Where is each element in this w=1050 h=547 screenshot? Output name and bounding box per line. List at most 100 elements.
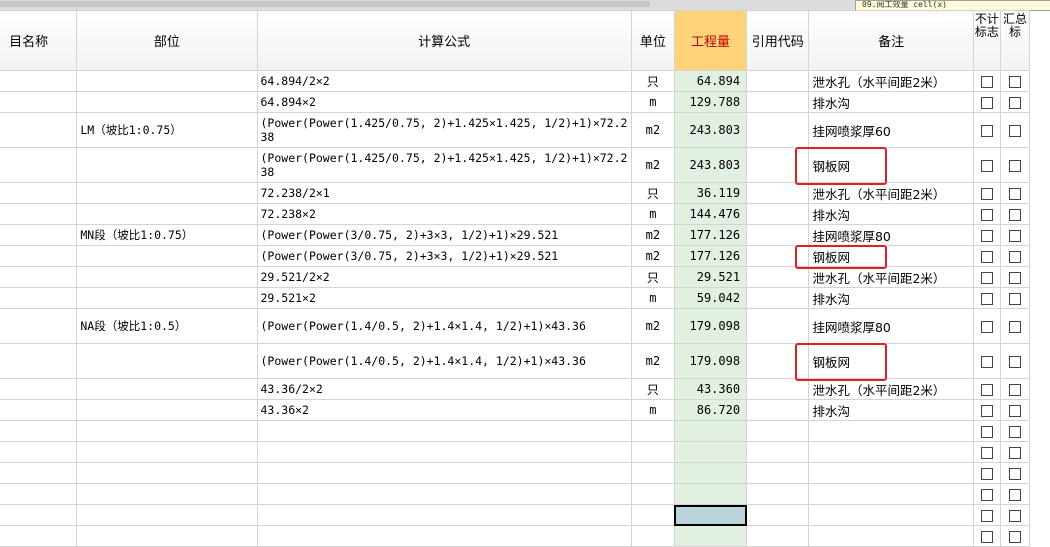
formula-cell[interactable]: (Power(Power(3/0.75, 2)+3×3, 1/2)+1)×29.…: [256, 224, 632, 246]
table-row[interactable]: [0, 525, 1031, 547]
table-row[interactable]: 72.238×2 m 144.476 排水沟: [0, 203, 1031, 225]
summary-checkbox[interactable]: [1008, 320, 1021, 333]
unit-cell[interactable]: m: [630, 91, 675, 113]
summary-checkbox[interactable]: [1008, 425, 1021, 438]
formula-cell[interactable]: 29.521×2: [256, 287, 632, 309]
quantity-cell[interactable]: [673, 483, 748, 505]
unit-cell[interactable]: [630, 483, 675, 505]
unit-cell[interactable]: 只: [630, 182, 675, 204]
part-cell[interactable]: [76, 504, 258, 526]
part-cell[interactable]: [76, 462, 258, 484]
summary-checkbox[interactable]: [1008, 159, 1021, 172]
noncount-checkbox[interactable]: [980, 509, 993, 522]
part-cell[interactable]: [76, 483, 258, 505]
formula-cell[interactable]: (Power(Power(3/0.75, 2)+3×3, 1/2)+1)×29.…: [256, 245, 632, 267]
table-row[interactable]: [0, 504, 1031, 526]
formula-cell[interactable]: 43.36/2×2: [256, 378, 632, 400]
ref-code-cell[interactable]: [746, 525, 810, 547]
noncount-checkbox[interactable]: [980, 488, 993, 501]
ref-code-cell[interactable]: [746, 287, 810, 309]
ref-code-cell[interactable]: [746, 182, 810, 204]
col-header-formula[interactable]: 计算公式: [256, 10, 632, 71]
ref-code-cell[interactable]: [746, 266, 810, 288]
part-cell[interactable]: [76, 147, 258, 183]
noncount-checkbox[interactable]: [980, 530, 993, 543]
quantity-cell[interactable]: 86.720: [673, 399, 748, 421]
noncount-checkbox[interactable]: [980, 250, 993, 263]
remark-cell[interactable]: 钢板网: [808, 343, 974, 379]
ref-code-cell[interactable]: [746, 147, 810, 183]
col-header-name[interactable]: 目名称: [0, 10, 78, 71]
part-cell[interactable]: [76, 525, 258, 547]
quantity-cell[interactable]: 29.521: [673, 266, 748, 288]
table-row[interactable]: 29.521×2 m 59.042 排水沟: [0, 287, 1031, 309]
name-cell[interactable]: [0, 245, 78, 267]
col-header-remark[interactable]: 备注: [808, 10, 974, 71]
summary-checkbox[interactable]: [1008, 96, 1021, 109]
part-cell[interactable]: [76, 203, 258, 225]
part-cell[interactable]: [76, 182, 258, 204]
ref-code-cell[interactable]: [746, 224, 810, 246]
name-cell[interactable]: [0, 378, 78, 400]
formula-cell[interactable]: [256, 441, 632, 463]
unit-cell[interactable]: [630, 525, 675, 547]
name-cell[interactable]: [0, 483, 78, 505]
unit-cell[interactable]: m: [630, 203, 675, 225]
noncount-checkbox[interactable]: [980, 271, 993, 284]
unit-cell[interactable]: m2: [630, 343, 675, 379]
name-cell[interactable]: [0, 147, 78, 183]
remark-cell[interactable]: [808, 504, 974, 526]
name-cell[interactable]: [0, 91, 78, 113]
remark-cell[interactable]: 钢板网: [808, 245, 974, 267]
ref-code-cell[interactable]: [746, 91, 810, 113]
summary-checkbox[interactable]: [1008, 187, 1021, 200]
quantity-cell[interactable]: [673, 504, 748, 526]
summary-checkbox[interactable]: [1008, 404, 1021, 417]
noncount-checkbox[interactable]: [980, 446, 993, 459]
remark-cell[interactable]: 排水沟: [808, 287, 974, 309]
col-header-quantity[interactable]: 工程量: [673, 10, 748, 71]
part-cell[interactable]: [76, 343, 258, 379]
part-cell[interactable]: LM（坡比1:0.75）: [76, 112, 258, 148]
quantity-cell[interactable]: 179.098: [673, 343, 748, 379]
summary-checkbox[interactable]: [1008, 124, 1021, 137]
horizontal-scrollbar[interactable]: [0, 1, 650, 7]
remark-cell[interactable]: 排水沟: [808, 203, 974, 225]
ref-code-cell[interactable]: [746, 112, 810, 148]
name-cell[interactable]: [0, 203, 78, 225]
ref-code-cell[interactable]: [746, 70, 810, 92]
unit-cell[interactable]: [630, 504, 675, 526]
quantity-cell[interactable]: 177.126: [673, 245, 748, 267]
table-row[interactable]: NA段（坡比1:0.5） (Power(Power(1.4/0.5, 2)+1.4…: [0, 308, 1031, 344]
ref-code-cell[interactable]: [746, 441, 810, 463]
ref-code-cell[interactable]: [746, 483, 810, 505]
table-row[interactable]: 64.894/2×2 只 64.894 泄水孔（水平间距2米）: [0, 70, 1031, 92]
unit-cell[interactable]: m: [630, 399, 675, 421]
formula-cell[interactable]: (Power(Power(1.4/0.5, 2)+1.4×1.4, 1/2)+1…: [256, 343, 632, 379]
formula-cell[interactable]: [256, 483, 632, 505]
noncount-checkbox[interactable]: [980, 355, 993, 368]
unit-cell[interactable]: [630, 462, 675, 484]
noncount-checkbox[interactable]: [980, 208, 993, 221]
unit-cell[interactable]: 只: [630, 266, 675, 288]
unit-cell[interactable]: m2: [630, 308, 675, 344]
ref-code-cell[interactable]: [746, 420, 810, 442]
table-row[interactable]: 43.36×2 m 86.720 排水沟: [0, 399, 1031, 421]
noncount-checkbox[interactable]: [980, 425, 993, 438]
ref-code-cell[interactable]: [746, 203, 810, 225]
summary-checkbox[interactable]: [1008, 355, 1021, 368]
name-cell[interactable]: [0, 399, 78, 421]
ref-code-cell[interactable]: [746, 378, 810, 400]
summary-checkbox[interactable]: [1008, 446, 1021, 459]
summary-checkbox[interactable]: [1008, 75, 1021, 88]
unit-cell[interactable]: [630, 441, 675, 463]
noncount-checkbox[interactable]: [980, 383, 993, 396]
remark-cell[interactable]: [808, 420, 974, 442]
unit-cell[interactable]: m2: [630, 224, 675, 246]
unit-cell[interactable]: [630, 420, 675, 442]
name-cell[interactable]: [0, 420, 78, 442]
summary-checkbox[interactable]: [1008, 467, 1021, 480]
name-cell[interactable]: [0, 462, 78, 484]
remark-cell[interactable]: 泄水孔（水平间距2米）: [808, 182, 974, 204]
quantity-cell[interactable]: 179.098: [673, 308, 748, 344]
